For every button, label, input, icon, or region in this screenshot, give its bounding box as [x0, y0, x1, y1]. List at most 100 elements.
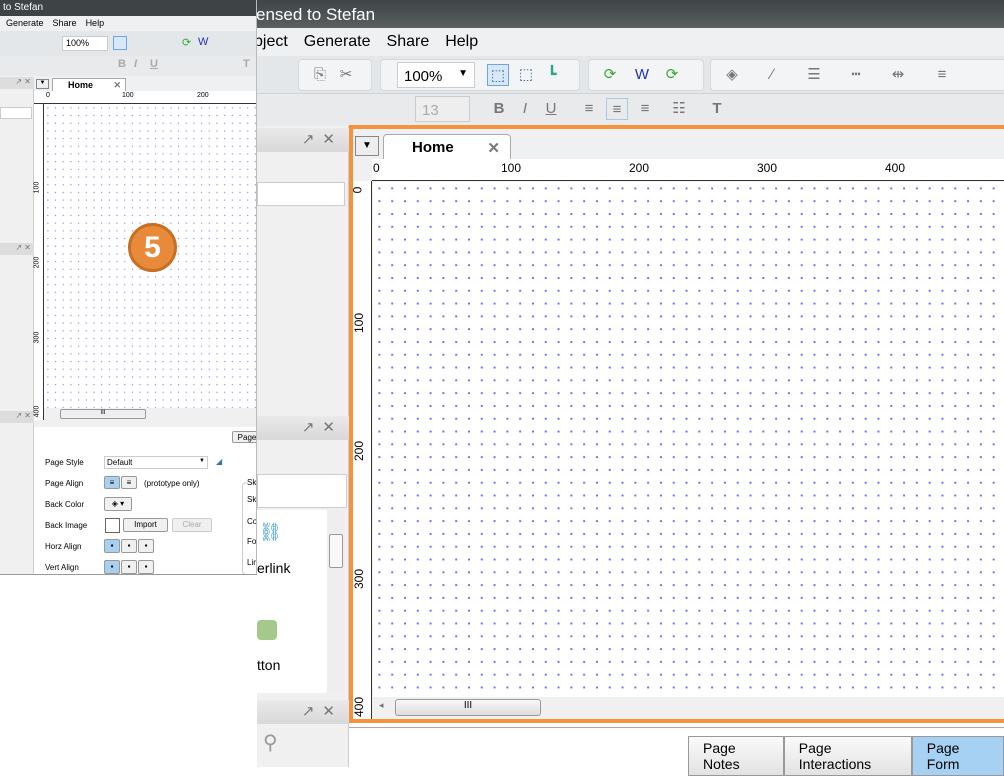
- vert-align-middle[interactable]: ▪: [121, 560, 137, 574]
- font-label: Fo: [247, 537, 257, 546]
- align-center-icon[interactable]: ≡: [606, 98, 628, 120]
- horizontal-scrollbar[interactable]: ◂ III: [373, 697, 1004, 719]
- design-canvas[interactable]: [373, 182, 1004, 697]
- inset-tab-home[interactable]: Home ✕: [52, 78, 126, 92]
- align-right-icon[interactable]: ≡: [634, 98, 656, 120]
- popout-icon[interactable]: ↗: [302, 419, 323, 436]
- menu-help[interactable]: Help: [445, 33, 478, 51]
- menu-object[interactable]: bject: [254, 33, 288, 51]
- popout-icon[interactable]: ↗: [302, 703, 323, 720]
- zoom-value: 100%: [404, 68, 443, 85]
- tab-label: Home: [412, 139, 454, 156]
- inset-menu-bar: Generate Share Help: [0, 16, 256, 31]
- page-style-manager-icon[interactable]: ◢: [216, 457, 222, 466]
- italic-icon[interactable]: I: [514, 98, 536, 120]
- close-icon[interactable]: ✕: [487, 139, 500, 157]
- align-center-button[interactable]: ≡: [121, 476, 137, 489]
- select-intersect-icon[interactable]: [113, 36, 127, 50]
- chevron-down-icon: ▼: [458, 68, 468, 79]
- generate-html-icon[interactable]: ⟳: [182, 36, 191, 49]
- menu-generate[interactable]: Generate: [6, 18, 44, 29]
- widgets-search[interactable]: [257, 474, 347, 508]
- text-color-icon[interactable]: T: [706, 98, 728, 120]
- align-left-button[interactable]: ≡: [104, 476, 120, 489]
- select-intersect-icon[interactable]: ⬚: [487, 64, 509, 86]
- tab-menu-button[interactable]: ▼: [355, 136, 379, 156]
- tab-menu-button[interactable]: ▼: [36, 79, 49, 89]
- ruler-label: 200: [352, 440, 367, 462]
- cut-icon[interactable]: ✂: [335, 64, 357, 86]
- align-icon[interactable]: ≡: [931, 64, 953, 86]
- arrow-style-icon[interactable]: ⇹: [887, 64, 909, 86]
- search-field[interactable]: [257, 182, 345, 206]
- ruler-label: 0: [373, 161, 380, 175]
- inset-hscrollbar[interactable]: III: [44, 408, 256, 421]
- vert-align-bottom[interactable]: ▪: [138, 560, 154, 574]
- line-color-icon[interactable]: ∕: [761, 64, 783, 86]
- bold-icon[interactable]: B: [118, 58, 126, 70]
- vert-align-top[interactable]: ▪: [104, 560, 120, 574]
- menu-generate[interactable]: Generate: [304, 33, 371, 51]
- widget-scrollbar[interactable]: [327, 510, 345, 693]
- close-icon[interactable]: ✕: [113, 80, 121, 91]
- ruler-label: 200: [197, 92, 209, 99]
- text-color-icon[interactable]: T: [243, 58, 250, 70]
- generate-word-icon[interactable]: W: [198, 36, 208, 48]
- sketch-label: Sk: [247, 478, 257, 487]
- fill-color-icon[interactable]: ◈: [721, 64, 743, 86]
- generate-word-icon[interactable]: W: [631, 64, 653, 86]
- line-width-icon[interactable]: ☰: [803, 64, 825, 86]
- button-widget-label[interactable]: tton: [257, 657, 280, 673]
- close-icon[interactable]: ✕: [322, 131, 343, 148]
- tab-page-interactions[interactable]: Page Interactions: [783, 736, 912, 776]
- back-color-picker[interactable]: ◈ ▾: [104, 497, 132, 511]
- button-widget-icon[interactable]: [257, 620, 277, 640]
- ruler-label: 200: [629, 161, 650, 175]
- inset-page-tab[interactable]: Page: [232, 431, 256, 443]
- italic-icon[interactable]: I: [134, 58, 137, 70]
- inset-zoom-select[interactable]: 100%: [62, 36, 108, 51]
- close-icon[interactable]: ✕: [322, 703, 343, 720]
- font-size-select[interactable]: 13: [415, 96, 470, 122]
- paste-icon[interactable]: ⎘: [309, 64, 331, 86]
- ruler-label: 100: [122, 92, 134, 99]
- hyperlink-widget-icon[interactable]: ⛓: [259, 522, 282, 543]
- horz-align-left[interactable]: ▪: [104, 539, 120, 553]
- tab-home[interactable]: Home ✕: [383, 134, 511, 160]
- generate-other-icon[interactable]: ⟳: [661, 64, 683, 86]
- zoom-select[interactable]: 100% ▼: [397, 62, 475, 88]
- line-style-icon[interactable]: ┅: [845, 64, 867, 86]
- canvas-area: ▼ Home ✕ 0 100 200 300 400 0 100 200 300 …: [349, 125, 1004, 723]
- inset-ruler-top: 0 100 200: [34, 91, 256, 104]
- underline-icon[interactable]: U: [540, 98, 562, 120]
- import-button[interactable]: Import: [123, 518, 168, 532]
- search-icon[interactable]: ⚲: [263, 730, 278, 755]
- horz-align-label: Horz Align: [45, 542, 82, 551]
- generate-html-icon[interactable]: ⟳: [599, 64, 621, 86]
- page-style-select[interactable]: Default ▼: [104, 456, 208, 469]
- sketch-effects-group: Sk Sk Co Fo Lin: [242, 478, 257, 574]
- horz-align-center[interactable]: ▪: [121, 539, 137, 553]
- menu-bar: bject Generate Share Help: [250, 28, 1004, 56]
- page-align-note: (prototype only): [144, 479, 200, 488]
- menu-share[interactable]: Share: [53, 18, 77, 29]
- bold-icon[interactable]: B: [488, 98, 510, 120]
- close-icon[interactable]: ✕: [322, 419, 343, 436]
- select-contained-icon[interactable]: ⬚: [515, 64, 537, 86]
- hyperlink-widget-label[interactable]: erlink: [257, 560, 290, 576]
- underline-icon[interactable]: U: [150, 58, 158, 70]
- page-formatting-panel: Page Style Default ▼ ◢ Page Align ≡ ≡ (pr…: [34, 427, 257, 574]
- menu-help[interactable]: Help: [86, 18, 105, 29]
- align-left-icon[interactable]: ≡: [578, 98, 600, 120]
- horz-align-right[interactable]: ▪: [138, 539, 154, 553]
- tab-page-notes[interactable]: Page Notes: [688, 736, 784, 776]
- scroll-thumb[interactable]: III: [395, 699, 541, 716]
- clear-button[interactable]: Clear: [172, 518, 212, 532]
- menu-share[interactable]: Share: [387, 33, 430, 51]
- tab-page-formatting[interactable]: Page Form: [911, 736, 1004, 776]
- inset-ruler-left: 100 200 300 400: [33, 104, 44, 420]
- ruler-label: 400: [352, 696, 367, 718]
- connector-icon[interactable]: ┗: [541, 64, 563, 86]
- bullets-icon[interactable]: ☷: [668, 98, 690, 120]
- popout-icon[interactable]: ↗: [302, 131, 323, 148]
